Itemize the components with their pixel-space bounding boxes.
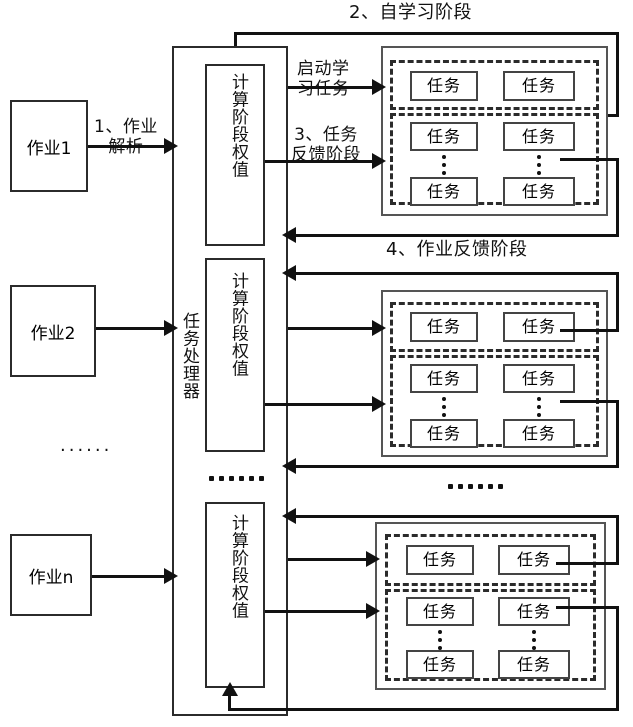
edge-weight3-to-group3-learning (288, 558, 372, 561)
task-group-2-col2-ellipsis (537, 397, 541, 417)
arrowhead-group2-feedback-to-processor (282, 458, 296, 474)
edge-weight3-to-group3-exec (265, 610, 372, 613)
edge-job2-to-processor (96, 327, 170, 330)
task-group-2-col1-ellipsis (442, 397, 446, 417)
task-label: 任务 (521, 423, 556, 443)
task-group-2-exec-task-r2c2[interactable]: 任务 (503, 419, 575, 448)
task-group-3-col2-ellipsis (532, 630, 536, 650)
task-label: 任务 (516, 550, 551, 569)
task-label: 任务 (426, 181, 461, 201)
loop-group3-top-right-vertical (616, 515, 619, 565)
task-group-2-exec-task-r2c1[interactable]: 任务 (410, 419, 478, 448)
arrowhead-weight1-to-group1-exec (372, 153, 386, 169)
task-group-3-learning-task-1[interactable]: 任务 (406, 545, 474, 575)
loop-group2-exec-right-vertical (616, 400, 619, 468)
arrowhead-job-feedback-to-processor (282, 227, 296, 243)
loop-group1-exec-right-vertical (616, 158, 619, 235)
loop-group3-exec-elbow (556, 606, 619, 609)
task-processor-label: 任务处理器 (179, 312, 199, 400)
edge-weight2-to-group2-exec (265, 403, 378, 406)
task-group-1-exec-task-r1c1[interactable]: 任务 (410, 122, 478, 151)
task-group-3-learning-task-2[interactable]: 任务 (498, 545, 570, 575)
task-label: 任务 (516, 654, 551, 674)
task-group-3-exec-task-r2c1[interactable]: 任务 (406, 650, 474, 679)
loop-top-horizontal (234, 32, 619, 35)
loop-top-right-vertical (616, 32, 619, 117)
task-label: 任务 (426, 368, 461, 388)
task-label: 任务 (521, 317, 556, 336)
task-group-2-learning-task-1[interactable]: 任务 (410, 312, 478, 342)
task-groups-ellipsis (448, 484, 503, 489)
job-box-1[interactable]: 作业1 (10, 100, 88, 192)
arrowhead-group3-feedback-to-weight3 (222, 682, 238, 696)
arrowhead-loop-group3-to-weight3 (282, 508, 296, 524)
task-label: 任务 (426, 76, 461, 95)
bus-group2-feedback-horizontal (288, 465, 619, 468)
task-label: 任务 (426, 126, 461, 146)
label-phase-4-job-feedback: 4、作业反馈阶段 (386, 239, 528, 260)
task-group-1-exec-task-r1c2[interactable]: 任务 (503, 122, 575, 151)
processor-ellipsis (209, 476, 264, 481)
task-group-2-exec-task-r1c2[interactable]: 任务 (503, 364, 575, 393)
weight-unit-2-label: 计算阶段权值 (228, 272, 248, 377)
task-label: 任务 (422, 654, 457, 674)
task-group-1-col1-ellipsis (442, 155, 446, 175)
task-label: 任务 (422, 601, 457, 621)
task-group-3-exec-task-r1c1[interactable]: 任务 (406, 597, 474, 626)
edge-weight1-to-group1-exec (265, 160, 378, 163)
job-box-2-label: 作业2 (30, 323, 76, 344)
task-group-3-exec-task-r1c2[interactable]: 任务 (498, 597, 570, 626)
task-label: 任务 (521, 126, 556, 146)
loop-group2-top-right-vertical (616, 272, 619, 332)
arrowhead-job1-to-processor (164, 138, 178, 154)
arrowhead-weight2-to-group2-learning (372, 320, 386, 336)
task-group-3-exec-task-r2c2[interactable]: 任务 (498, 650, 570, 679)
arrowhead-weight1-to-group1-learning (372, 79, 386, 95)
job-box-n-label: 作业n (28, 567, 74, 588)
bus-group3-feedback-horizontal (228, 708, 619, 711)
weight-unit-1-label: 计算阶段权值 (228, 73, 248, 178)
task-group-3-col1-ellipsis (438, 630, 442, 650)
loop-group2-top-horizontal (288, 272, 619, 275)
task-group-2-exec-task-r1c1[interactable]: 任务 (410, 364, 478, 393)
arrowhead-weight3-to-group3-exec (366, 603, 380, 619)
task-group-1-exec-task-r2c2[interactable]: 任务 (503, 177, 575, 206)
edge-label-start-learning: 启动学 习任务 (297, 59, 350, 98)
loop-group3-exec-right-vertical (616, 606, 619, 711)
task-label: 任务 (521, 181, 556, 201)
diagram-canvas: 2、自学习阶段 任务处理器 计算阶段权值 计算阶段权值 计算阶段权值 作业1 作… (0, 0, 633, 727)
task-group-1-learning-task-1[interactable]: 任务 (410, 71, 478, 101)
task-group-1-col2-ellipsis (537, 155, 541, 175)
loop-group2-exec-elbow (560, 400, 619, 403)
task-group-1-exec-task-r2c1[interactable]: 任务 (410, 177, 478, 206)
jobs-ellipsis: ...... (60, 435, 113, 456)
arrowhead-jobn-to-processor (164, 568, 178, 584)
job-box-1-label: 作业1 (26, 138, 72, 159)
edge-weight1-to-group1-learning (288, 86, 378, 89)
loop-group1-exec-elbow (560, 158, 619, 161)
edge-label-job-parse: 1、作业 解析 (94, 117, 158, 157)
job-box-2[interactable]: 作业2 (10, 285, 96, 377)
arrowhead-weight3-to-group3-learning (366, 551, 380, 567)
task-group-1-learning-task-2[interactable]: 任务 (503, 71, 575, 101)
edge-jobn-to-processor (92, 575, 170, 578)
label-phase-2-self-learning: 2、自学习阶段 (349, 2, 472, 23)
weight-unit-3-label: 计算阶段权值 (228, 514, 248, 619)
arrowhead-weight2-to-group2-exec (372, 396, 386, 412)
task-label: 任务 (516, 601, 551, 621)
task-label: 任务 (422, 550, 457, 569)
edge-weight2-to-group2-learning (288, 327, 378, 330)
loop-group3-top-horizontal (288, 515, 619, 518)
task-label: 任务 (426, 423, 461, 443)
task-label: 任务 (426, 317, 461, 336)
task-label: 任务 (521, 76, 556, 95)
task-label: 任务 (521, 368, 556, 388)
arrowhead-loop-group2-to-weight2 (282, 265, 296, 281)
loop-group2-top-elbow (560, 329, 619, 332)
bus-job-feedback-horizontal (288, 234, 619, 237)
arrowhead-job2-to-processor (164, 320, 178, 336)
task-group-2-learning-task-2[interactable]: 任务 (503, 312, 575, 342)
job-box-n[interactable]: 作业n (10, 534, 92, 616)
loop-group3-top-elbow (556, 562, 619, 565)
